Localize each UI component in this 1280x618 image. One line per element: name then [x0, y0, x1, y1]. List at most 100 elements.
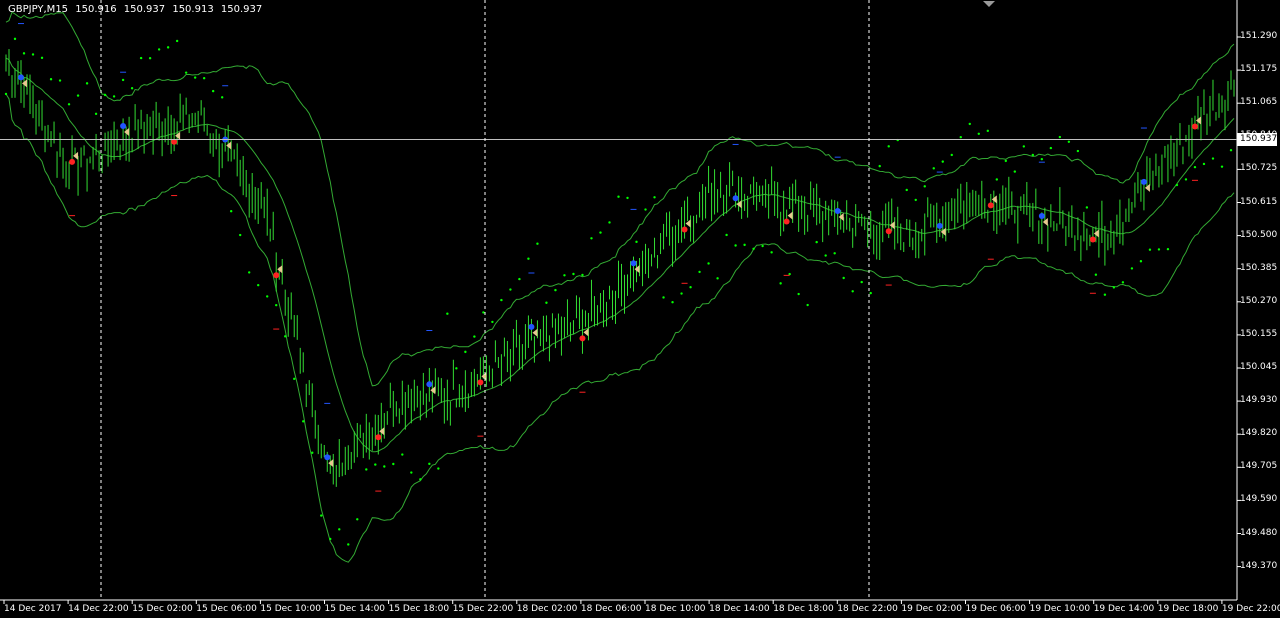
time-tick-label: 18 Dec 22:00	[837, 604, 898, 614]
buy-arrow-icon	[120, 123, 127, 130]
time-tick-label: 14 Dec 22:00	[68, 604, 129, 614]
price-tick-label: 149.480	[1240, 527, 1278, 538]
sar-dot	[410, 471, 413, 474]
sell-arrow-icon	[273, 272, 280, 279]
sar-dot	[932, 167, 935, 170]
price-tick-label: 149.705	[1240, 461, 1278, 472]
price-tick-label: 149.930	[1240, 395, 1278, 406]
sar-dot	[4, 92, 8, 96]
sell-arrow-icon	[885, 228, 892, 235]
sar-dot	[806, 303, 809, 307]
sar-dot	[40, 56, 44, 60]
sar-dot	[1094, 273, 1098, 276]
sar-dot	[1076, 149, 1080, 153]
sar-dot	[581, 273, 584, 277]
sar-dot	[752, 247, 755, 251]
sar-dot	[1040, 157, 1044, 161]
sar-dot	[716, 277, 719, 280]
sar-dot	[365, 468, 368, 471]
sar-dot	[1139, 260, 1143, 263]
sar-dot	[725, 233, 728, 237]
sar-dot	[662, 296, 665, 299]
sar-dot	[193, 76, 197, 79]
sar-dot	[1022, 145, 1026, 148]
sar-dot	[374, 463, 377, 466]
price-tick-label: 149.590	[1240, 494, 1278, 505]
sar-dot	[85, 82, 89, 85]
buy-arrow-icon	[324, 454, 331, 461]
sar-dot	[1202, 162, 1206, 166]
buy-arrow-icon	[834, 207, 841, 214]
sar-dot	[121, 78, 125, 82]
band-middle	[5, 57, 1235, 453]
band-lower	[5, 93, 1235, 563]
time-tick-label: 19 Dec 18:00	[1157, 604, 1219, 614]
sar-dot	[734, 244, 737, 247]
close-marker-icon	[787, 211, 793, 220]
sar-dot	[914, 198, 917, 202]
chart-window[interactable]: GBPJPY,M15 150.916 150.937 150.913 150.9…	[0, 0, 1280, 618]
sar-dot	[446, 312, 449, 315]
buy-arrow-icon	[1140, 178, 1147, 185]
sar-dot	[76, 94, 80, 97]
buy-arrow-icon	[18, 74, 25, 81]
sar-dot	[1148, 248, 1152, 251]
symbol-label: GBPJPY,M15	[8, 4, 69, 15]
sar-dot	[1175, 183, 1179, 187]
sar-dot	[671, 301, 674, 304]
sar-dot	[986, 129, 989, 133]
sar-dot	[833, 252, 836, 255]
sar-dot	[959, 135, 962, 139]
ohlc-high: 150.937	[123, 4, 166, 15]
sell-arrow-icon	[987, 202, 994, 209]
sar-dot	[383, 465, 386, 468]
price-tick-label: 149.370	[1240, 560, 1278, 571]
sar-dot	[797, 292, 800, 296]
sar-dot	[536, 242, 539, 245]
sar-dot	[419, 478, 422, 481]
time-tick-label: 15 Dec 18:00	[388, 604, 450, 614]
sar-dot	[31, 53, 35, 56]
sar-dot	[148, 57, 152, 60]
time-tick-label: 15 Dec 22:00	[452, 604, 514, 614]
sar-dot	[1157, 248, 1161, 251]
sar-dot	[1220, 165, 1224, 168]
sell-arrow-icon	[579, 335, 586, 342]
sell-arrow-icon	[477, 379, 484, 386]
sar-dot	[247, 271, 251, 274]
sar-dot	[175, 39, 179, 43]
current-price-label: 150.937	[1237, 133, 1277, 146]
sar-dot	[202, 77, 206, 80]
sar-dot	[680, 292, 683, 295]
time-tick-label: 15 Dec 02:00	[132, 604, 193, 614]
sar-dot	[941, 160, 944, 163]
sar-dot	[626, 196, 629, 200]
sar-dot	[860, 280, 863, 284]
sar-dot	[112, 95, 116, 98]
sar-dot	[995, 178, 999, 181]
time-tick-label: 19 Dec 14:00	[1093, 604, 1155, 614]
sar-dot	[157, 48, 161, 51]
sar-dot	[238, 233, 242, 237]
price-chart[interactable]	[0, 0, 1280, 618]
time-tick-label: 15 Dec 06:00	[196, 604, 257, 614]
sar-dot	[1013, 170, 1017, 173]
sar-dot	[689, 285, 692, 289]
sar-dot	[22, 52, 26, 55]
sar-dot	[878, 164, 881, 168]
sar-dot	[1112, 286, 1116, 289]
chart-shift-marker-icon[interactable]	[983, 1, 995, 7]
sar-dot	[1130, 267, 1134, 270]
sar-dot	[905, 188, 908, 192]
sell-arrow-icon	[1191, 123, 1198, 130]
close-marker-icon	[532, 328, 538, 337]
sar-dot	[58, 79, 62, 82]
sar-dot	[923, 185, 926, 188]
sell-arrow-icon	[375, 434, 382, 441]
price-tick-label: 150.045	[1240, 362, 1278, 372]
sar-dot	[491, 320, 494, 324]
sar-dot	[851, 290, 854, 293]
sar-dot	[599, 231, 602, 234]
ohlc-close: 150.937	[220, 4, 263, 15]
price-tick-label: 150.270	[1240, 295, 1278, 306]
